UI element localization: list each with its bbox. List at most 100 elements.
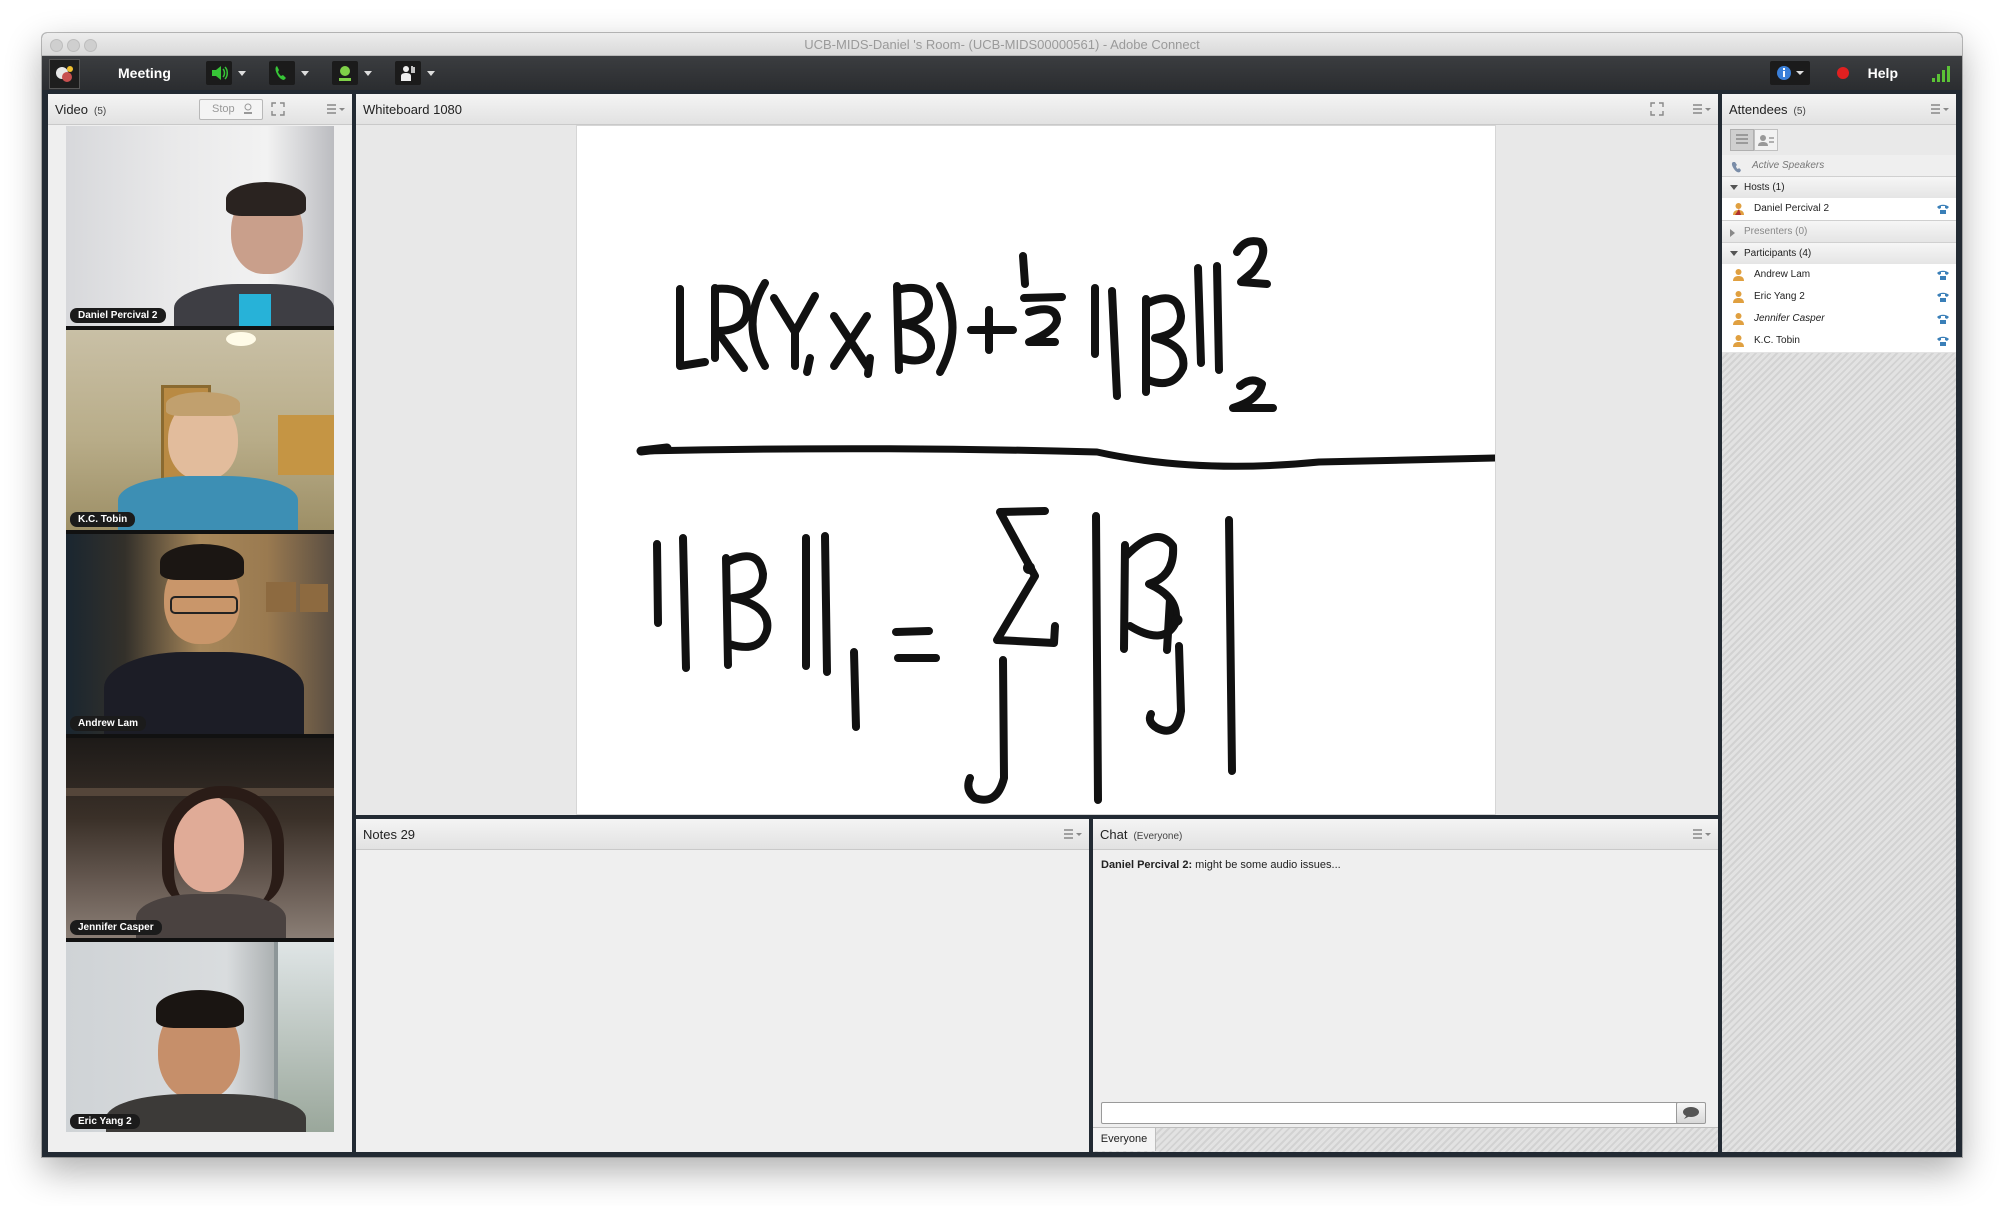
collapse-arrow-icon — [1730, 185, 1738, 190]
attendee-row[interactable]: Daniel Percival 2 — [1722, 198, 1956, 221]
video-stream-list: Daniel Percival 2 K.C. Tobin Andrew Lam … — [66, 126, 334, 1132]
speaker-icon — [206, 61, 232, 85]
video-tile[interactable]: Daniel Percival 2 — [66, 126, 334, 326]
hosts-section-header[interactable]: Hosts (1) — [1722, 176, 1956, 200]
video-count: (5) — [94, 106, 107, 117]
attendee-name: Andrew Lam — [1754, 269, 1811, 280]
attendees-pod-title: Attendees — [1729, 102, 1788, 117]
webcam-icon — [332, 61, 358, 85]
status-view-icon[interactable] — [1754, 129, 1778, 151]
chat-message-text: might be some audio issues... — [1195, 859, 1341, 871]
chat-message: Daniel Percival 2: might be some audio i… — [1101, 859, 1341, 871]
info-icon — [1770, 61, 1810, 85]
window-title: UCB-MIDS-Daniel 's Room- (UCB-MIDS000005… — [804, 37, 1200, 52]
telephone-icon — [1937, 270, 1949, 280]
pod-options-icon[interactable] — [1692, 828, 1712, 840]
attendee-row[interactable]: K.C. Tobin — [1722, 330, 1956, 353]
chat-input[interactable] — [1101, 1102, 1681, 1124]
chat-sender: Daniel Percival 2: — [1101, 859, 1193, 871]
whiteboard-pod: Whiteboard 1080 — [356, 94, 1718, 815]
chevron-down-icon[interactable] — [364, 71, 372, 76]
attendee-name: Eric Yang 2 — [1754, 291, 1805, 302]
stop-video-label: Stop — [212, 103, 235, 115]
chat-tab-bar: Everyone — [1093, 1127, 1718, 1152]
doorframe — [278, 415, 334, 475]
active-speakers-row: Active Speakers — [1722, 155, 1956, 176]
chat-pod: Chat (Everyone) Daniel Percival 2: might … — [1093, 819, 1718, 1152]
signal-strength-icon — [1928, 61, 1954, 85]
webcam-stop-icon — [244, 103, 252, 114]
video-name-label: Andrew Lam — [70, 716, 147, 731]
attendee-row[interactable]: Andrew Lam — [1722, 264, 1956, 287]
attendee-name: Jennifer Casper — [1754, 313, 1825, 324]
attendee-row[interactable]: Jennifer Casper — [1722, 308, 1956, 331]
active-speaker-icon — [1731, 162, 1741, 173]
video-pod: Video (5) Stop Daniel Percival 2 K.C. To… — [48, 94, 352, 1152]
chevron-down-icon[interactable] — [301, 71, 309, 76]
glasses — [170, 596, 238, 614]
whiteboard-pod-header: Whiteboard 1080 — [356, 94, 1718, 125]
pod-options-icon[interactable] — [1063, 828, 1083, 840]
record-button[interactable] — [1830, 61, 1856, 85]
chevron-down-icon[interactable] — [427, 71, 435, 76]
chat-tab-everyone[interactable]: Everyone — [1093, 1128, 1156, 1151]
whiteboard-canvas-area — [356, 125, 1718, 815]
chat-pod-title: Chat — [1100, 827, 1128, 842]
pod-options-icon[interactable] — [326, 103, 346, 115]
chat-scope: (Everyone) — [1133, 831, 1183, 842]
chat-pod-header: Chat (Everyone) — [1093, 819, 1718, 850]
attendee-name: Daniel Percival 2 — [1754, 203, 1830, 214]
main-toolbar: Meeting Help — [42, 56, 1962, 90]
notes-text-area[interactable] — [356, 850, 1089, 1152]
info-button[interactable] — [1770, 61, 1814, 85]
ceiling-light — [226, 332, 256, 346]
stop-video-button[interactable]: Stop — [199, 99, 263, 120]
video-name-label: Daniel Percival 2 — [70, 308, 166, 323]
attendee-count: (5) — [1793, 106, 1806, 117]
attendee-name: K.C. Tobin — [1754, 335, 1800, 346]
chevron-down-icon[interactable] — [238, 71, 246, 76]
presenters-section-header[interactable]: Presenters (0) — [1722, 220, 1956, 244]
video-tile[interactable]: Eric Yang 2 — [66, 942, 334, 1132]
telephone-icon — [1937, 292, 1949, 302]
fullscreen-icon[interactable] — [271, 102, 285, 116]
speech-bubble-icon — [1683, 1107, 1699, 1119]
attendees-pod-header: Attendees (5) — [1722, 94, 1956, 125]
list-view-icon[interactable] — [1730, 129, 1754, 151]
participant-shirt — [118, 476, 298, 530]
participant-hair — [226, 182, 306, 216]
fullscreen-icon[interactable] — [1650, 102, 1664, 116]
video-pod-header: Video (5) Stop — [48, 94, 352, 125]
adobe-connect-logo-icon[interactable] — [49, 59, 80, 89]
send-message-button[interactable] — [1676, 1102, 1706, 1124]
telephone-icon — [1937, 336, 1949, 346]
attendee-list-empty-area — [1722, 353, 1956, 1152]
collapse-arrow-icon — [1730, 251, 1738, 256]
attendees-pod: Attendees (5) Active Speakers Hosts (1) D… — [1722, 94, 1956, 1152]
video-pod-title: Video — [55, 102, 89, 117]
notes-pod-header: Notes 29 — [356, 819, 1089, 850]
participant-user-icon — [1733, 291, 1744, 303]
participant-hair — [156, 990, 244, 1028]
notes-pod: Notes 29 — [356, 819, 1089, 1152]
record-icon — [1837, 67, 1849, 79]
whiteboard-pod-title: Whiteboard 1080 — [363, 102, 463, 117]
participant-hair — [160, 544, 244, 580]
view-switcher — [1722, 125, 1956, 156]
expand-arrow-icon — [1730, 229, 1735, 237]
whiteboard-canvas[interactable] — [577, 126, 1499, 814]
notes-pod-title: Notes 29 — [363, 827, 416, 842]
participants-section-header[interactable]: Participants (4) — [1722, 242, 1956, 266]
video-tile[interactable]: Jennifer Casper — [66, 738, 334, 938]
video-tile[interactable]: K.C. Tobin — [66, 330, 334, 530]
video-tile[interactable]: Andrew Lam — [66, 534, 334, 734]
telephone-icon — [1937, 314, 1949, 324]
attendee-row[interactable]: Eric Yang 2 — [1722, 286, 1956, 309]
adobe-connect-window: UCB-MIDS-Daniel 's Room- (UCB-MIDS000005… — [42, 33, 1962, 1157]
pod-options-icon[interactable] — [1692, 103, 1712, 115]
participant-hair — [166, 392, 240, 416]
pod-options-icon[interactable] — [1930, 103, 1950, 115]
telephone-icon — [1937, 204, 1949, 214]
help-menu[interactable]: Help — [1868, 65, 1898, 81]
meeting-menu[interactable]: Meeting — [118, 65, 171, 81]
